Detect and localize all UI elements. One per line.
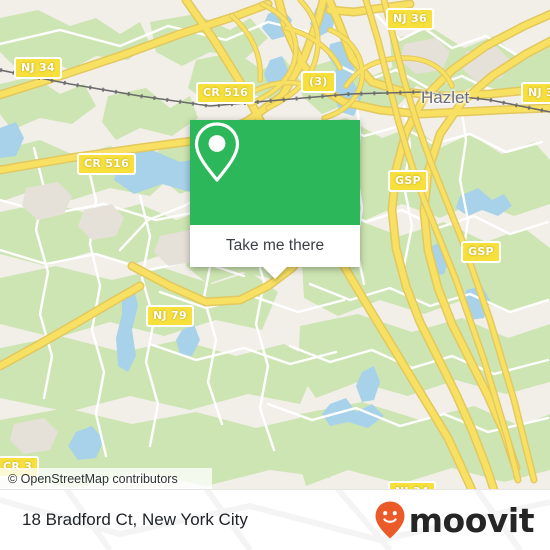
- attribution-text: © OpenStreetMap contributors: [8, 472, 178, 486]
- road-shield-nj79: NJ 79: [146, 305, 194, 327]
- popup-pointer-tail: [263, 267, 287, 279]
- bottom-info-bar: 18 Bradford Ct, New York City moovit: [0, 489, 550, 550]
- popup-card-footer[interactable]: Take me there: [190, 225, 360, 279]
- popup-card-header: [190, 120, 360, 225]
- road-shield-cr516-top: CR 516: [196, 82, 256, 104]
- road-shield-nj35: NJ 35: [521, 82, 550, 104]
- map-canvas[interactable]: Hazlet NJ 34 CR 516 NJ 36 (3) NJ 35 CR 5…: [0, 0, 550, 490]
- moovit-wordmark: moovit: [408, 500, 535, 540]
- highway-exit-marker-3: (3): [301, 71, 336, 93]
- road-shield-gsp-upper: GSP: [388, 170, 428, 192]
- map-pin-icon: [194, 122, 240, 182]
- map-attribution[interactable]: © OpenStreetMap contributors: [0, 468, 212, 490]
- address-label: 18 Bradford Ct, New York City: [22, 510, 248, 529]
- take-me-there-label: Take me there: [225, 237, 325, 254]
- location-popup-card[interactable]: Take me there: [190, 120, 360, 279]
- road-shield-gsp-lower: GSP: [461, 241, 501, 263]
- road-shield-cr516-left: CR 516: [77, 153, 137, 175]
- moovit-smiley-pin-icon: [375, 501, 405, 539]
- moovit-logo[interactable]: moovit: [374, 490, 535, 550]
- screenshot-root: Hazlet NJ 34 CR 516 NJ 36 (3) NJ 35 CR 5…: [0, 0, 550, 550]
- place-label-hazlet: Hazlet: [421, 88, 470, 107]
- road-shield-nj34-top: NJ 34: [14, 57, 62, 79]
- road-shield-nj36: NJ 36: [386, 8, 434, 30]
